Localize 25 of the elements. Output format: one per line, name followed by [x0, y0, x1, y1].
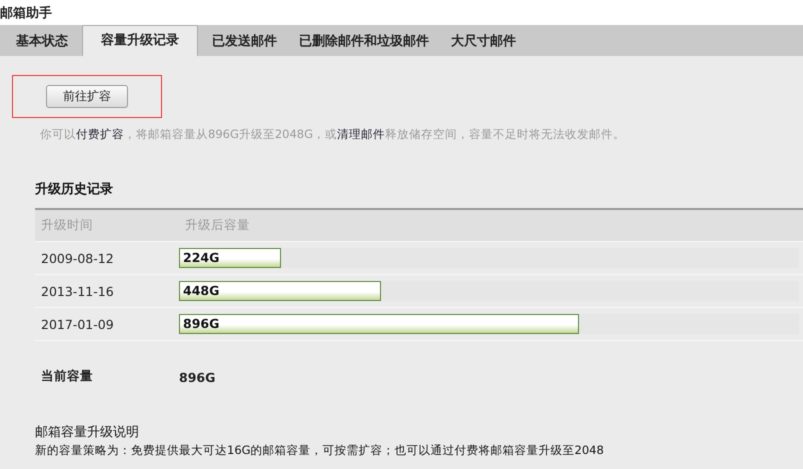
capacity-bar: 448G	[179, 281, 380, 301]
link[interactable]: 清理邮件	[337, 127, 386, 141]
section-heading: 邮箱容量升级说明	[35, 424, 140, 441]
tab[interactable]: 容量升级记录	[82, 25, 198, 56]
tab[interactable]: 已发送邮件	[201, 28, 288, 56]
capacity-bar: 896G	[179, 314, 579, 334]
date-cell-text: 2009-08-12	[40, 250, 115, 266]
window-title: 邮箱助手	[0, 4, 52, 22]
date-cell-text: 2013-11-16	[40, 284, 115, 298]
notice-text: ，将邮箱容量从896G升级至2048G，或	[124, 127, 338, 141]
tab[interactable]: 已删除邮件和垃圾邮件	[288, 28, 440, 56]
description-text: 新的容量策略为：免费提供最大可达16G的邮箱容量，可按需扩容；也可以通过付费将邮箱容量升级至2048	[35, 443, 605, 458]
date-cell-text: 2017-01-09	[40, 316, 115, 332]
notice-text: 释放储存空间，容量不足时将无法收发邮件。	[385, 127, 626, 141]
tab[interactable]: 大尺寸邮件	[440, 28, 527, 56]
capacity-bar: 224G	[179, 248, 282, 268]
column-header: 升级时间	[40, 217, 94, 234]
section-heading: 升级历史记录	[35, 181, 114, 198]
tab[interactable]: 基本状态	[5, 28, 79, 56]
notice-text: 你可以	[40, 127, 76, 141]
expand-button[interactable]: 前往扩容	[46, 85, 128, 108]
current-value: 896G	[179, 370, 216, 385]
column-header: 升级后容量	[184, 217, 251, 234]
current-label: 当前容量	[40, 368, 94, 385]
link[interactable]: 付费扩容	[76, 127, 124, 141]
